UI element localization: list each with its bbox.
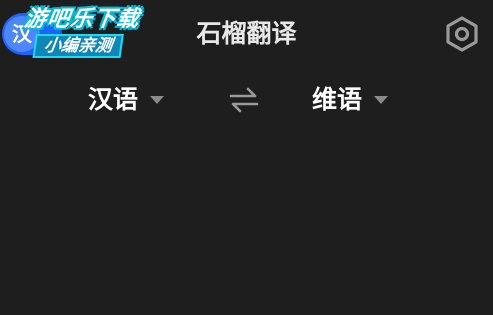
chevron-down-icon [150, 96, 165, 104]
chevron-down-icon [374, 96, 389, 104]
app-window: 汉 游吧乐下载 小编亲测 石榴翻译 汉语 维语 [0, 0, 493, 315]
settings-button[interactable] [443, 15, 481, 53]
page-title: 石榴翻译 [196, 19, 297, 48]
gear-icon [446, 16, 478, 52]
target-language-select[interactable]: 维语 [312, 78, 389, 122]
language-bar: 汉语 维语 [0, 78, 493, 122]
source-language-select[interactable]: 汉语 [88, 78, 165, 122]
source-language-label: 汉语 [88, 85, 139, 114]
swap-arrows-icon [229, 87, 259, 113]
target-language-label: 维语 [312, 85, 363, 114]
swap-languages-button[interactable] [228, 86, 260, 114]
header: 汉 游吧乐下载 小编亲测 石榴翻译 [0, 0, 493, 68]
